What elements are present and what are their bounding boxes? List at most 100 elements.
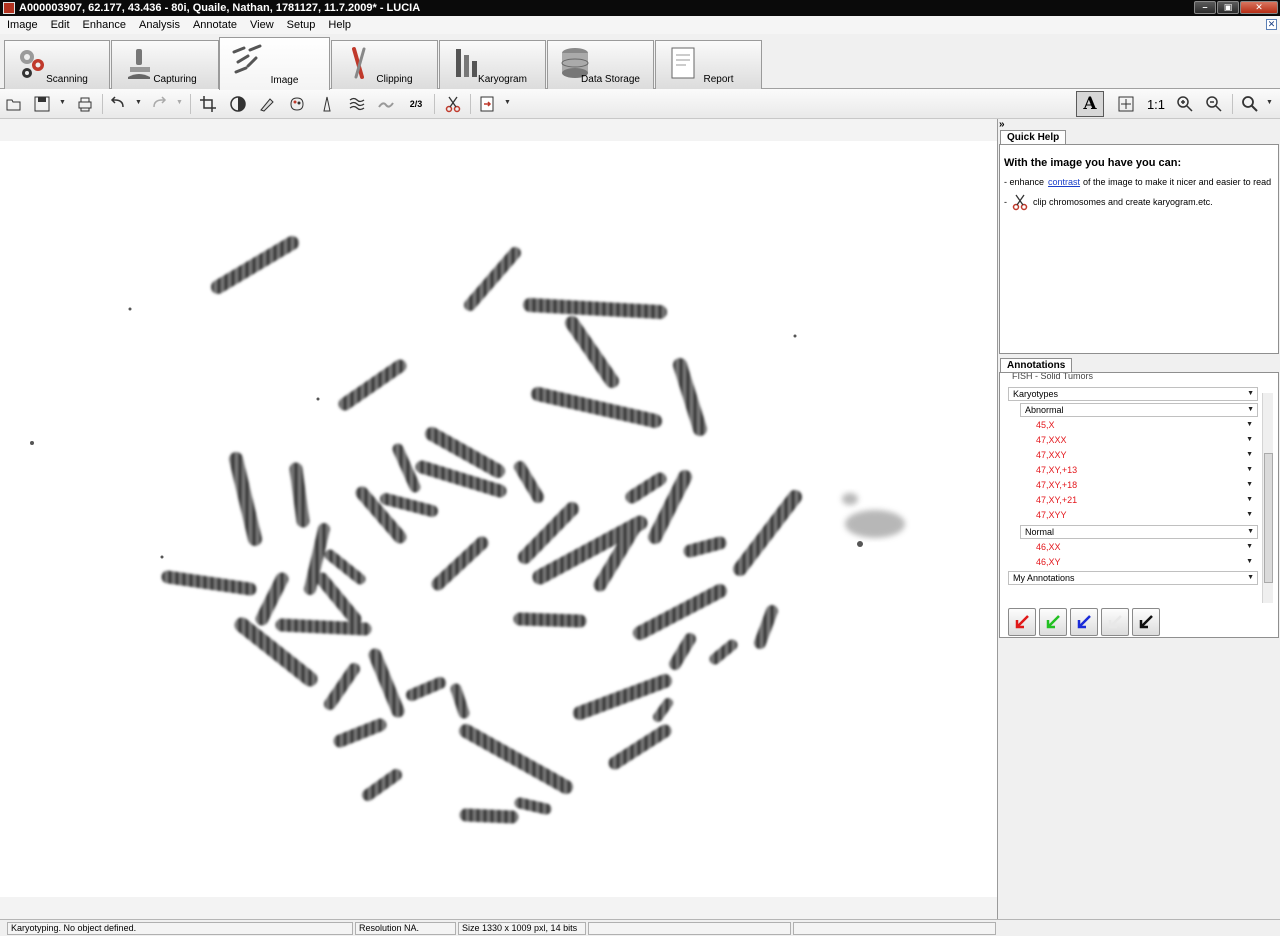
minimize-button[interactable]: –: [1194, 1, 1216, 14]
ann-item[interactable]: 46,XX ▼: [1032, 541, 1256, 555]
app-icon: [3, 2, 15, 14]
ann-item[interactable]: 47,XY,+13 ▼: [1032, 464, 1256, 478]
fit-window-icon: [1118, 96, 1134, 112]
ann-group-fish[interactable]: FISH - Solid Tumors: [1008, 373, 1258, 383]
black-arrow-button[interactable]: [1132, 608, 1160, 636]
numbering-button[interactable]: 2/3: [406, 94, 426, 114]
filter-button[interactable]: [257, 94, 277, 114]
numbering-icon: 2/3: [409, 99, 423, 109]
title-bar: A000003907, 62.177, 43.436 - 80i, Quaile…: [0, 0, 1280, 16]
metaphase-image: [0, 119, 997, 919]
green-arrow-button[interactable]: [1039, 608, 1067, 636]
status-size: Size 1330 x 1009 pxl, 14 bits: [458, 922, 586, 935]
color-button[interactable]: [287, 94, 307, 114]
export-dropdown-icon[interactable]: ▼: [504, 99, 511, 106]
zoom-out-icon: [1206, 96, 1222, 112]
menu-setup[interactable]: Setup: [280, 19, 322, 31]
redo-button[interactable]: [149, 94, 169, 114]
black-arrow-icon: [1139, 615, 1153, 629]
undo-button[interactable]: [108, 94, 128, 114]
ann-item[interactable]: 46,XY ▼: [1032, 556, 1256, 570]
ann-group-my-annotations[interactable]: My Annotations ▼: [1008, 571, 1258, 585]
tab-label: Data Storage: [581, 74, 640, 85]
tab-clipping[interactable]: Clipping: [331, 40, 438, 89]
waves-button[interactable]: [347, 94, 367, 114]
tab-karyogram[interactable]: Karyogram: [439, 40, 546, 89]
ann-item[interactable]: 47,XY,+18 ▼: [1032, 479, 1256, 493]
export-button[interactable]: [477, 94, 497, 114]
menu-view[interactable]: View: [243, 19, 280, 31]
crop-button[interactable]: [198, 94, 218, 114]
status-bar: Karyotyping. No object defined. Resoluti…: [0, 919, 1280, 936]
tab-label: Clipping: [376, 74, 413, 85]
ann-item[interactable]: 47,XY,+21 ▼: [1032, 494, 1256, 508]
status-message: Karyotyping. No object defined.: [7, 922, 353, 935]
quick-help-line-contrast: - enhance contrast of the image to make …: [1004, 177, 1274, 187]
maximize-button[interactable]: ▣: [1217, 1, 1239, 14]
palette-icon: [290, 97, 304, 111]
blue-arrow-icon: [1077, 615, 1091, 629]
crop-icon: [200, 96, 216, 112]
tab-data-storage[interactable]: Data Storage: [547, 40, 654, 89]
tab-report[interactable]: Report: [655, 40, 762, 89]
ann-group-abnormal[interactable]: Abnormal ▼: [1020, 403, 1258, 417]
ann-item[interactable]: 47,XXY ▼: [1032, 449, 1256, 463]
panel-collapse-icon[interactable]: »: [999, 119, 1005, 130]
tab-image[interactable]: Image: [219, 37, 330, 90]
white-arrow-button[interactable]: [1101, 608, 1129, 636]
sharpen-button[interactable]: [317, 94, 337, 114]
close-button[interactable]: ✕: [1240, 1, 1278, 14]
contrast-button[interactable]: [228, 94, 248, 114]
mdi-close-icon[interactable]: ✕: [1266, 19, 1277, 30]
blue-arrow-button[interactable]: [1070, 608, 1098, 636]
menu-annotate[interactable]: Annotate: [186, 19, 243, 31]
ann-item[interactable]: 47,XYY ▼: [1032, 509, 1256, 523]
quick-help-line-clip: - clip chromosomes and create karyogram.…: [1004, 193, 1274, 211]
zoom-in-icon: [1177, 96, 1193, 112]
cut-button[interactable]: [443, 94, 463, 114]
red-arrow-button[interactable]: [1008, 608, 1036, 636]
menu-enhance[interactable]: Enhance: [76, 19, 132, 31]
menu-help[interactable]: Help: [321, 19, 357, 31]
status-empty-1: [588, 922, 791, 935]
white-arrow-icon: [1108, 615, 1122, 629]
window-title: A000003907, 62.177, 43.436 - 80i, Quaile…: [19, 2, 421, 14]
quick-help-heading: With the image you have you can:: [1004, 157, 1182, 169]
tab-capturing[interactable]: Capturing: [111, 40, 219, 89]
undo-icon: [110, 96, 124, 108]
export-icon: [480, 96, 494, 112]
zoom-1to1-button[interactable]: 1:1: [1146, 94, 1166, 114]
contrast-link[interactable]: contrast: [1048, 177, 1080, 187]
print-icon: [78, 97, 92, 112]
zoom-dropdown-icon[interactable]: ▼: [1266, 99, 1273, 106]
zoom-out-button[interactable]: [1204, 94, 1224, 114]
fit-window-button[interactable]: [1116, 94, 1136, 114]
ann-item[interactable]: 45,X ▼: [1032, 419, 1256, 433]
zoom-menu-button[interactable]: [1240, 94, 1260, 114]
tab-label: Karyogram: [478, 74, 527, 85]
annotations-scrollbar[interactable]: [1262, 393, 1273, 603]
menu-edit[interactable]: Edit: [44, 19, 76, 31]
green-arrow-icon: [1046, 615, 1060, 629]
tab-scanning[interactable]: Scanning: [4, 40, 110, 89]
annotate-text-button[interactable]: A: [1076, 91, 1104, 117]
menu-analysis[interactable]: Analysis: [132, 19, 186, 31]
sharpen-icon: [323, 96, 331, 112]
smooth-button[interactable]: [376, 94, 396, 114]
print-button[interactable]: [75, 94, 95, 114]
smooth-icon: [378, 102, 394, 108]
ann-group-karyotypes[interactable]: Karyotypes ▼: [1008, 387, 1258, 401]
menu-image[interactable]: Image: [0, 19, 44, 31]
image-viewer[interactable]: [0, 119, 998, 919]
ann-group-normal[interactable]: Normal ▼: [1020, 525, 1258, 539]
module-tabs: Scanning Capturing Image Clipping Karyog…: [0, 34, 1280, 90]
save-button[interactable]: [32, 94, 52, 114]
tab-label: Report: [703, 74, 734, 85]
save-dropdown-icon[interactable]: ▼: [59, 99, 66, 106]
ann-item[interactable]: 47,XXX ▼: [1032, 434, 1256, 448]
zoom-in-button[interactable]: [1175, 94, 1195, 114]
open-button[interactable]: [4, 94, 24, 114]
qh-suffix: of the image to make it nicer and easier…: [1083, 177, 1272, 187]
redo-dropdown-icon[interactable]: ▼: [176, 99, 183, 106]
undo-dropdown-icon[interactable]: ▼: [135, 99, 142, 106]
